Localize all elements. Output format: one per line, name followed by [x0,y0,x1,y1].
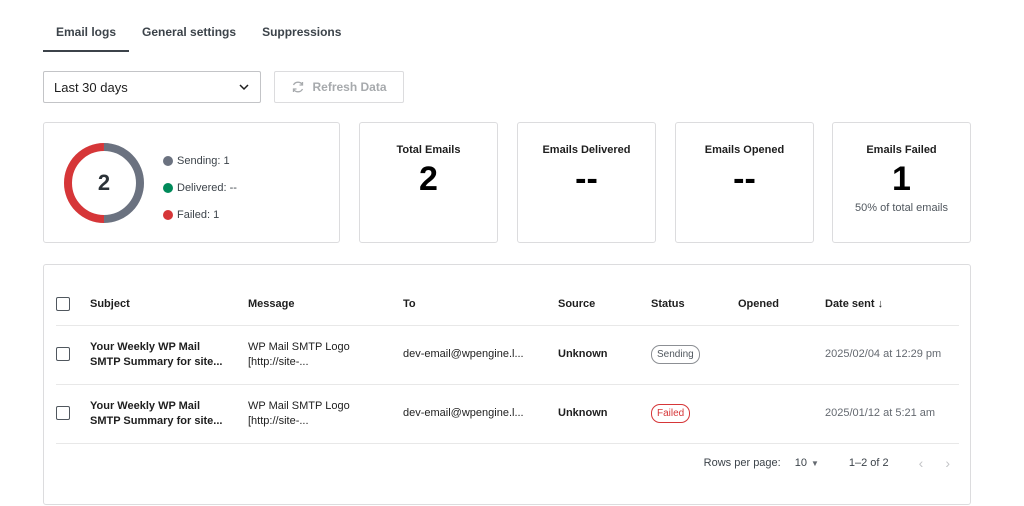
legend-delivered: Delivered: -- [163,174,237,201]
failed-dot-icon [163,209,173,220]
donut-total: 2 [97,170,111,195]
status-badge: Failed [651,404,691,423]
pagination: Rows per page: 10 ▼ 1–2 of 2 ‹ › [704,455,950,471]
stat-title: Emails Opened [704,144,785,156]
row-checkbox[interactable] [56,406,70,421]
cell-subject: Your Weekly WP Mail SMTP Summary for site… [90,384,248,444]
cell-message: WP Mail SMTP Logo [http://site-... [248,384,403,444]
filter-controls: Last 30 days Refresh Data [43,71,404,103]
prev-page-button[interactable]: ‹ [919,455,924,471]
stat-card-delivered: Emails Delivered -- [517,122,656,243]
tab-bar: Email logs General settings Suppressions [43,16,354,52]
refresh-icon [293,81,304,93]
status-badge: Sending [651,345,700,364]
stat-subtitle: 50% of total emails [855,202,948,214]
header-opened[interactable]: Opened [738,283,825,326]
next-page-button[interactable]: › [945,455,950,471]
legend-failed: Failed: 1 [163,201,237,228]
tab-email-logs[interactable]: Email logs [43,16,130,52]
legend-label: Failed: 1 [177,208,220,221]
table-header-row: Subject Message To Source Status Opened … [56,283,959,326]
row-checkbox[interactable] [56,347,70,362]
header-message[interactable]: Message [248,283,403,326]
cell-message: WP Mail SMTP Logo [http://site-... [248,325,403,385]
page-range: 1–2 of 2 [848,457,889,469]
stat-value: 2 [419,160,438,198]
cell-to: dev-email@wpengine.l... [403,325,558,385]
stat-value: 1 [892,160,911,198]
stat-title: Emails Delivered [542,144,631,156]
header-source[interactable]: Source [558,283,651,326]
rows-per-page-select[interactable]: 10 ▼ [795,457,819,469]
email-logs-table: Subject Message To Source Status Opened … [56,283,959,444]
date-range-value: Last 30 days [54,79,128,95]
header-to[interactable]: To [403,283,558,326]
cell-opened [738,325,825,385]
stat-value: -- [575,160,598,198]
refresh-data-button[interactable]: Refresh Data [274,71,404,103]
chevron-down-icon [239,84,249,91]
legend-label: Sending: 1 [177,154,230,167]
cell-to: dev-email@wpengine.l... [403,384,558,444]
delivered-dot-icon [163,182,173,193]
stat-card-failed: Emails Failed 1 50% of total emails [832,122,971,243]
cell-date: 2025/01/12 at 5:21 am [825,384,959,444]
select-all-checkbox[interactable] [56,296,70,311]
legend-label: Delivered: -- [177,181,237,194]
status-summary-card: 2 Sending: 1 Delivered: -- Failed: 1 [43,122,340,243]
status-legend: Sending: 1 Delivered: -- Failed: 1 [163,147,237,228]
table-row[interactable]: Your Weekly WP Mail SMTP Summary for site… [56,384,959,444]
stat-title: Total Emails [396,144,461,156]
refresh-label: Refresh Data [312,80,387,94]
rows-per-page-label: Rows per page: [703,457,781,469]
sending-dot-icon [163,155,173,166]
legend-sending: Sending: 1 [163,147,237,174]
tab-general-settings[interactable]: General settings [129,16,249,52]
tab-suppressions[interactable]: Suppressions [249,16,354,52]
cell-status: Sending [651,325,738,385]
cell-date: 2025/02/04 at 12:29 pm [825,325,959,385]
cell-opened [738,384,825,444]
date-range-select[interactable]: Last 30 days [43,71,261,103]
stat-value: -- [733,160,756,198]
stat-card-opened: Emails Opened -- [675,122,814,243]
stat-title: Emails Failed [866,144,937,156]
email-logs-table-card: Subject Message To Source Status Opened … [43,264,971,505]
header-status[interactable]: Status [651,283,738,326]
cell-status: Failed [651,384,738,444]
header-date-sent[interactable]: Date sent ↓ [825,283,959,326]
table-row[interactable]: Your Weekly WP Mail SMTP Summary for site… [56,325,959,385]
header-subject[interactable]: Subject [90,283,248,326]
arrow-down-icon: ↓ [877,297,884,310]
rows-per-page-value: 10 [794,457,807,469]
stat-card-total: Total Emails 2 [359,122,498,243]
cell-source: Unknown [558,325,651,385]
cell-subject: Your Weekly WP Mail SMTP Summary for site… [90,325,248,385]
header-date-label: Date sent [825,297,875,310]
caret-down-icon: ▼ [810,458,819,468]
cell-source: Unknown [558,384,651,444]
